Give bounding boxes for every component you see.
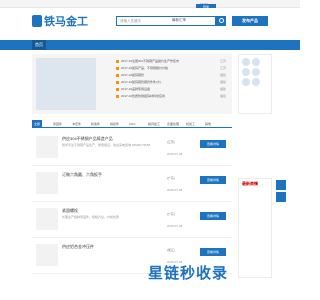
service-icon[interactable]: [242, 78, 250, 86]
category-tab[interactable]: 全部: [32, 120, 43, 128]
product-title[interactable]: 紧固螺栓: [62, 208, 78, 214]
category-tab[interactable]: 铸造件: [89, 120, 102, 128]
list-item[interactable]: 订做六角圆、六角扳手 [广东] 2025-07-08 查看详情: [32, 166, 232, 202]
product-thumbnail[interactable]: [36, 136, 58, 158]
product-title[interactable]: 订做六角圆、六角扳手: [62, 172, 102, 178]
bullet-icon: [116, 59, 119, 63]
category-tabs: 全部 紧固件 冲压件 铸造件 焊接件 CNC 模具加工 表面处理 机加工 其他: [32, 120, 232, 128]
product-date: 2025-07-08: [167, 152, 183, 156]
product-thumbnail[interactable]: [36, 172, 58, 194]
news-location: 江苏: [219, 59, 226, 63]
product-thumbnail[interactable]: [36, 208, 58, 230]
news-item[interactable]: 2017-10镀锌钢管钢管件件(大) 福建: [116, 79, 226, 86]
news-item[interactable]: 2017-10镀锌钢管 福建: [116, 72, 226, 79]
category-tab[interactable]: 紧固件: [51, 120, 64, 128]
news-location: 福建: [219, 94, 226, 98]
main-nav: 首页: [0, 40, 300, 50]
product-list: 供应304不锈钢产品铸造产品 我司专注不锈钢产品生产，质量保证，欢迎来电咨询 18…: [32, 130, 232, 274]
news-text: 2017-10品牌家用设备: [121, 87, 151, 91]
float-button[interactable]: [276, 180, 286, 190]
bullet-icon: [116, 66, 119, 70]
news-item[interactable]: 2017-10镀锌产品、不锈钢报价价格 江苏: [116, 65, 226, 72]
detail-button[interactable]: 查看详情: [200, 248, 226, 256]
product-title[interactable]: 供应铝合金冲压件: [62, 244, 94, 250]
news-text: 2017-10镀锌产品、不锈钢报价价格: [121, 66, 169, 70]
category-tab[interactable]: CNC: [127, 120, 138, 128]
category-tab[interactable]: 机加工: [184, 120, 197, 128]
news-item[interactable]: 2017-10优质防锈镀锌材料供应商 福建: [116, 93, 226, 100]
logo-text: 铁马金工: [44, 16, 88, 28]
news-location: 福建: [219, 73, 226, 77]
product-location: [广东]: [167, 176, 175, 180]
product-location: [浙江]: [167, 248, 175, 252]
category-tab[interactable]: 焊接件: [108, 120, 121, 128]
product-desc: 我司专注不锈钢产品生产，质量保证，欢迎来电咨询 18936173658: [62, 143, 151, 147]
nav-item-home[interactable]: 首页: [32, 40, 46, 50]
detail-button[interactable]: 查看详情: [200, 212, 226, 220]
publish-button[interactable]: 发布产品: [232, 16, 268, 26]
service-icon[interactable]: [252, 58, 260, 66]
hero-section: 2017-10全国304不锈钢产品报价生产作区市 江苏 2017-10镀锌产品、不锈…: [32, 54, 232, 114]
search-input[interactable]: 请输入关键字: [116, 16, 216, 26]
float-button[interactable]: [276, 192, 286, 202]
bullet-icon: [116, 73, 119, 77]
bullet-icon: [116, 80, 119, 84]
latest-title: 最新商情: [242, 181, 258, 186]
top-bar: 15262...: [0, 0, 300, 8]
news-text: 2017-10优质防锈镀锌材料供应商: [121, 94, 166, 98]
category-tab[interactable]: 冲压件: [70, 120, 83, 128]
detail-button[interactable]: 查看详情: [200, 140, 226, 148]
product-date: 2025-07-08: [167, 188, 183, 192]
logo-icon: [32, 15, 42, 27]
service-icon[interactable]: [242, 68, 250, 76]
news-location: 福建: [219, 80, 226, 84]
service-box: [238, 54, 272, 114]
service-icon[interactable]: [242, 58, 250, 66]
list-item[interactable]: 供应304不锈钢产品铸造产品 我司专注不锈钢产品生产，质量保证，欢迎来电咨询 18…: [32, 130, 232, 166]
product-location: [江苏]: [167, 140, 175, 144]
latest-box: 最新商情: [238, 178, 272, 278]
category-tab[interactable]: 模具加工: [146, 120, 162, 128]
bullet-icon: [116, 87, 119, 91]
product-thumbnail[interactable]: [36, 244, 58, 266]
news-location: 福建: [219, 87, 226, 91]
product-date: 2025-07-08: [167, 224, 183, 228]
service-icon[interactable]: [252, 68, 260, 76]
hero-image[interactable]: [36, 58, 96, 110]
detail-button[interactable]: 查看详情: [200, 176, 226, 184]
service-icon[interactable]: [252, 78, 260, 86]
category-tab[interactable]: 其他: [203, 120, 213, 128]
news-location: 江苏: [219, 66, 226, 70]
service-icons: [239, 55, 271, 89]
news-item[interactable]: 2017-10全国304不锈钢产品报价生产作区市 江苏: [116, 58, 226, 65]
bullet-icon: [116, 94, 119, 98]
watermark-text: 星链秒收录: [148, 265, 229, 282]
category-tab[interactable]: 表面处理: [165, 120, 181, 128]
list-item[interactable]: 紧固螺栓 长期生产各种紧固件，规格齐全，价格优惠 [广东] 2025-07-08 查看详…: [32, 202, 232, 238]
product-desc: 长期生产各种紧固件，规格齐全，价格优惠: [62, 215, 120, 219]
product-title[interactable]: 供应304不锈钢产品铸造产品: [62, 136, 113, 142]
product-location: [广东]: [167, 212, 175, 216]
search-button[interactable]: [216, 16, 226, 26]
news-item[interactable]: 2017-10品牌家用设备 福建: [116, 86, 226, 93]
news-list: 2017-10全国304不锈钢产品报价生产作区市 江苏 2017-10镀锌产品、不锈…: [116, 58, 226, 100]
news-text: 2017-10全国304不锈钢产品报价生产作区市: [121, 59, 180, 63]
news-text: 2017-10镀锌钢管钢管件件(大): [121, 80, 162, 84]
news-text: 2017-10镀锌钢管: [121, 73, 145, 77]
logo[interactable]: 铁马金工: [32, 13, 88, 29]
search-scope[interactable]: 最新汇率: [172, 18, 186, 23]
